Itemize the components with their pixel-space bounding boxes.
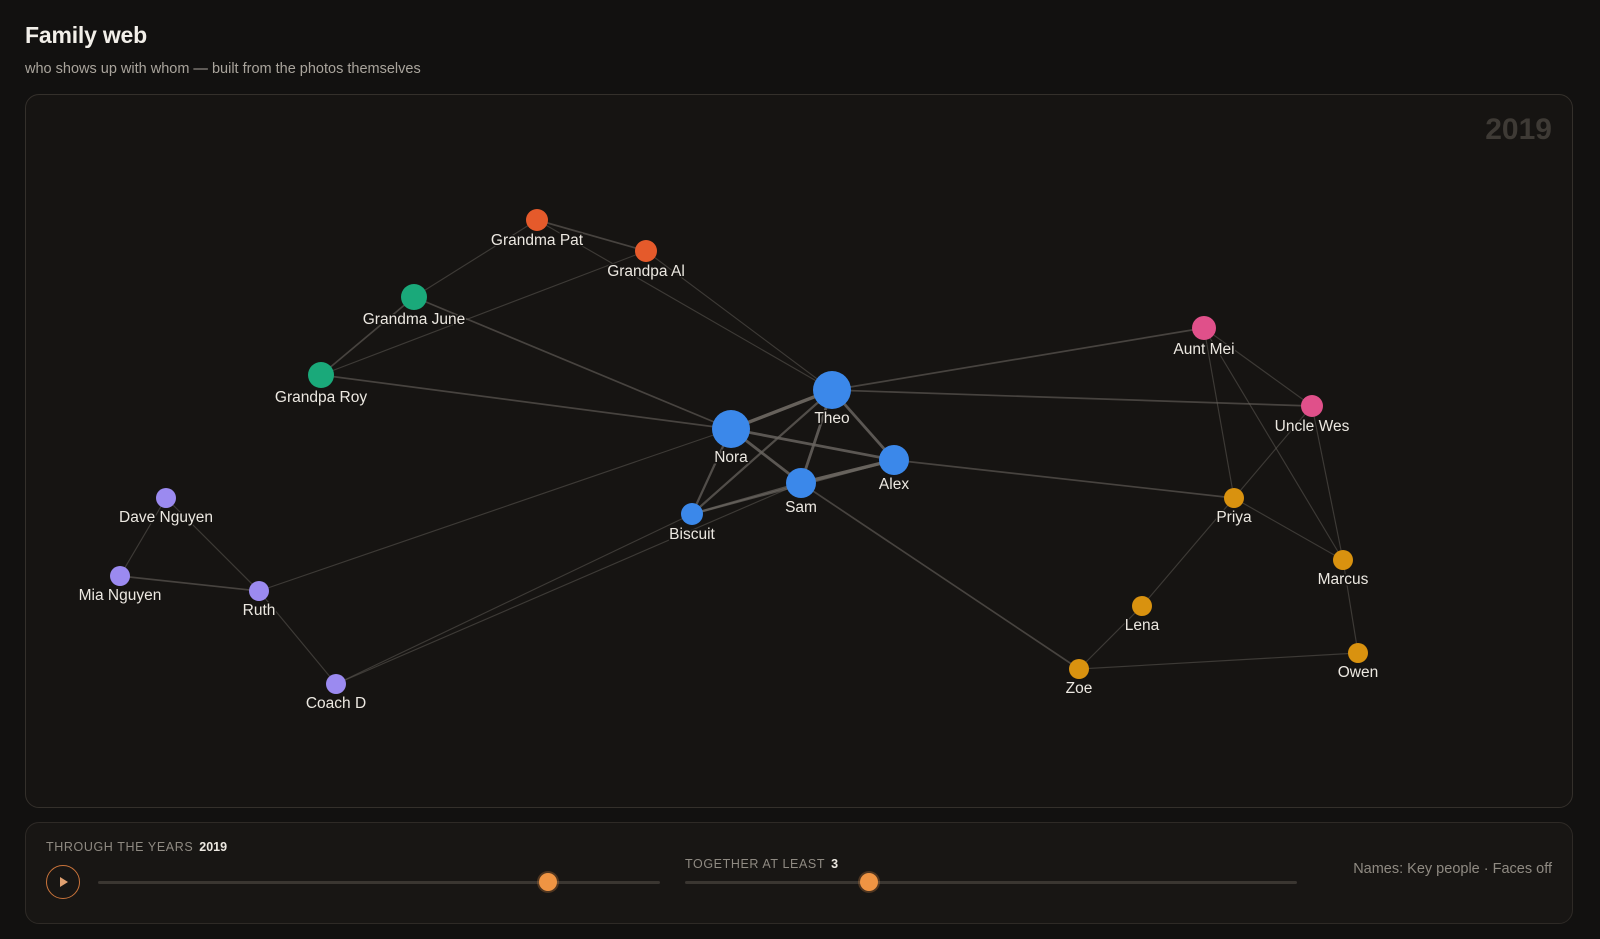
node-label-mia-nguyen: Mia Nguyen [79, 587, 162, 604]
edge-ruth-nora [258, 428, 732, 592]
edge-alex-priya [893, 459, 1235, 499]
together-slider[interactable] [685, 873, 1297, 891]
years-value: 2019 [199, 840, 228, 854]
node-label-uncle-wes: Uncle Wes [1275, 418, 1350, 435]
edge-coach-d-biscuit [335, 513, 693, 685]
node-label-grandma-june: Grandma June [363, 311, 466, 328]
years-label: THROUGH THE YEARS [46, 840, 194, 854]
edge-theo-aunt-mei [831, 327, 1205, 391]
node-grandma-june[interactable]: Grandma June [361, 284, 467, 330]
node-label-dave-nguyen: Dave Nguyen [119, 509, 213, 526]
edge-lena-zoe [1078, 605, 1143, 670]
node-dot-mia-nguyen[interactable] [110, 566, 130, 586]
node-nora[interactable]: Nora [712, 410, 750, 468]
years-slider-thumb[interactable] [538, 873, 557, 891]
graph-panel[interactable]: Grandma Pat Grandpa Al Grandma June Grandpa… [25, 94, 1573, 808]
edge-grandma-june-grandpa-roy [320, 296, 415, 376]
node-dot-lena[interactable] [1132, 596, 1152, 616]
node-dot-uncle-wes[interactable] [1301, 395, 1323, 417]
together-value: 3 [831, 857, 839, 871]
node-dot-grandpa-al[interactable] [635, 240, 657, 262]
edge-coach-d-sam [335, 482, 802, 685]
edge-theo-uncle-wes [831, 389, 1313, 407]
years-label-group: THROUGH THE YEARS 2019 [46, 840, 227, 854]
play-icon [60, 877, 68, 887]
edge-zoe-owen [1078, 652, 1359, 670]
node-owen[interactable]: Owen [1336, 643, 1380, 683]
node-aunt-mei[interactable]: Aunt Mei [1172, 316, 1236, 360]
node-theo[interactable]: Theo [813, 371, 851, 429]
names-toggle-status[interactable]: Names: Key people · Faces off [1353, 861, 1552, 877]
node-dot-aunt-mei[interactable] [1192, 316, 1216, 340]
together-label: TOGETHER AT LEAST [685, 857, 826, 871]
node-label-grandma-pat: Grandma Pat [491, 232, 584, 249]
node-label-sam: Sam [785, 499, 817, 516]
node-coach-d[interactable]: Coach D [304, 674, 368, 714]
node-label-theo: Theo [814, 410, 849, 427]
node-label-nora: Nora [714, 449, 748, 466]
play-button[interactable] [46, 865, 80, 899]
edge-sam-zoe [800, 482, 1080, 670]
controls-panel: THROUGH THE YEARS 2019 TOGETHER AT LEAST 3… [25, 822, 1573, 924]
edge-priya-marcus [1233, 497, 1344, 561]
node-dot-coach-d[interactable] [326, 674, 346, 694]
node-label-priya: Priya [1216, 509, 1252, 526]
node-layer: Grandma Pat Grandpa Al Grandma June Grandpa… [77, 209, 1380, 714]
node-dot-ruth[interactable] [249, 581, 269, 601]
node-dot-theo[interactable] [813, 371, 851, 409]
together-label-group: TOGETHER AT LEAST 3 [685, 857, 838, 871]
node-dot-priya[interactable] [1224, 488, 1244, 508]
node-dot-owen[interactable] [1348, 643, 1368, 663]
node-grandpa-roy[interactable]: Grandpa Roy [273, 362, 369, 408]
node-label-owen: Owen [1338, 664, 1379, 681]
node-dot-dave-nguyen[interactable] [156, 488, 176, 508]
node-label-zoe: Zoe [1066, 680, 1093, 697]
node-label-coach-d: Coach D [306, 695, 366, 712]
node-label-biscuit: Biscuit [669, 526, 715, 543]
years-slider[interactable] [98, 873, 660, 891]
node-dot-alex[interactable] [879, 445, 909, 475]
node-sam[interactable]: Sam [784, 468, 818, 518]
node-dot-sam[interactable] [786, 468, 816, 498]
node-dot-biscuit[interactable] [681, 503, 703, 525]
node-zoe[interactable]: Zoe [1064, 659, 1094, 699]
node-label-alex: Alex [879, 476, 909, 493]
node-dot-grandma-june[interactable] [401, 284, 427, 310]
node-label-aunt-mei: Aunt Mei [1173, 341, 1234, 358]
edge-grandpa-roy-nora [320, 374, 732, 430]
node-alex[interactable]: Alex [877, 445, 911, 495]
node-dave-nguyen[interactable]: Dave Nguyen [118, 488, 214, 528]
node-priya[interactable]: Priya [1215, 488, 1254, 528]
node-uncle-wes[interactable]: Uncle Wes [1273, 395, 1351, 437]
node-label-grandpa-roy: Grandpa Roy [275, 389, 367, 406]
node-label-lena: Lena [1125, 617, 1160, 634]
node-label-ruth: Ruth [243, 602, 276, 619]
node-dot-nora[interactable] [712, 410, 750, 448]
node-mia-nguyen[interactable]: Mia Nguyen [77, 566, 163, 606]
node-dot-grandma-pat[interactable] [526, 209, 548, 231]
node-grandpa-al[interactable]: Grandpa Al [606, 240, 686, 282]
year-watermark: 2019 [1485, 113, 1552, 146]
together-slider-thumb[interactable] [859, 873, 878, 891]
node-dot-marcus[interactable] [1333, 550, 1353, 570]
edge-aunt-mei-uncle-wes [1203, 327, 1313, 407]
network-graph[interactable]: Grandma Pat Grandpa Al Grandma June Grandpa… [1, 1, 1600, 939]
node-label-marcus: Marcus [1318, 571, 1369, 588]
node-dot-grandpa-roy[interactable] [308, 362, 334, 388]
node-label-grandpa-al: Grandpa Al [607, 263, 685, 280]
node-lena[interactable]: Lena [1123, 596, 1161, 636]
node-marcus[interactable]: Marcus [1316, 550, 1370, 590]
node-dot-zoe[interactable] [1069, 659, 1089, 679]
